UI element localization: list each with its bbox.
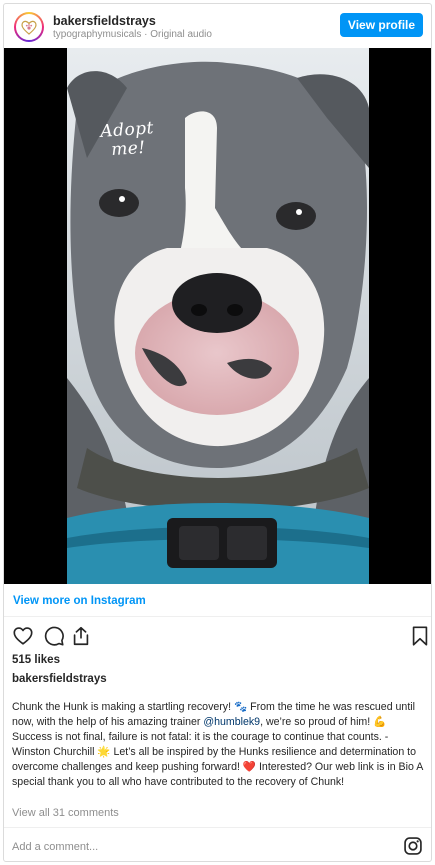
comment-icon[interactable] [43,625,65,647]
view-all-comments-link[interactable]: View all 31 comments [12,807,119,819]
heart-icon[interactable] [12,625,34,647]
post-header: bakersfieldstrays typographymusicals · O… [4,4,431,48]
header-username[interactable]: bakersfieldstrays [53,14,156,28]
view-profile-button[interactable]: View profile [340,13,423,37]
adopt-me-overlay: Adopt me! [100,118,156,161]
dog-photo: Adopt me! [67,48,369,584]
adopt-overlay-line2: me! [110,137,147,161]
bookmark-icon[interactable] [409,625,431,647]
add-comment-input[interactable]: Add a comment... [12,841,98,853]
caption-text: Chunk the Hunk is making a startling rec… [12,700,427,790]
instagram-logo-icon[interactable] [403,836,423,856]
divider [4,827,431,828]
view-more-link[interactable]: View more on Instagram [13,595,146,607]
mention-link[interactable]: @humblek9 [203,716,260,728]
likes-count[interactable]: 515 likes [12,654,60,666]
post-media[interactable]: Adopt me! [4,48,431,584]
caption-username[interactable]: bakersfieldstrays [12,673,107,685]
paw-heart-logo-icon [16,14,42,40]
divider [4,616,431,617]
share-icon[interactable] [70,625,92,647]
avatar[interactable] [14,12,44,42]
instagram-embed-card: bakersfieldstrays typographymusicals · O… [3,3,432,862]
header-audio-subtitle[interactable]: typographymusicals · Original audio [53,29,212,40]
